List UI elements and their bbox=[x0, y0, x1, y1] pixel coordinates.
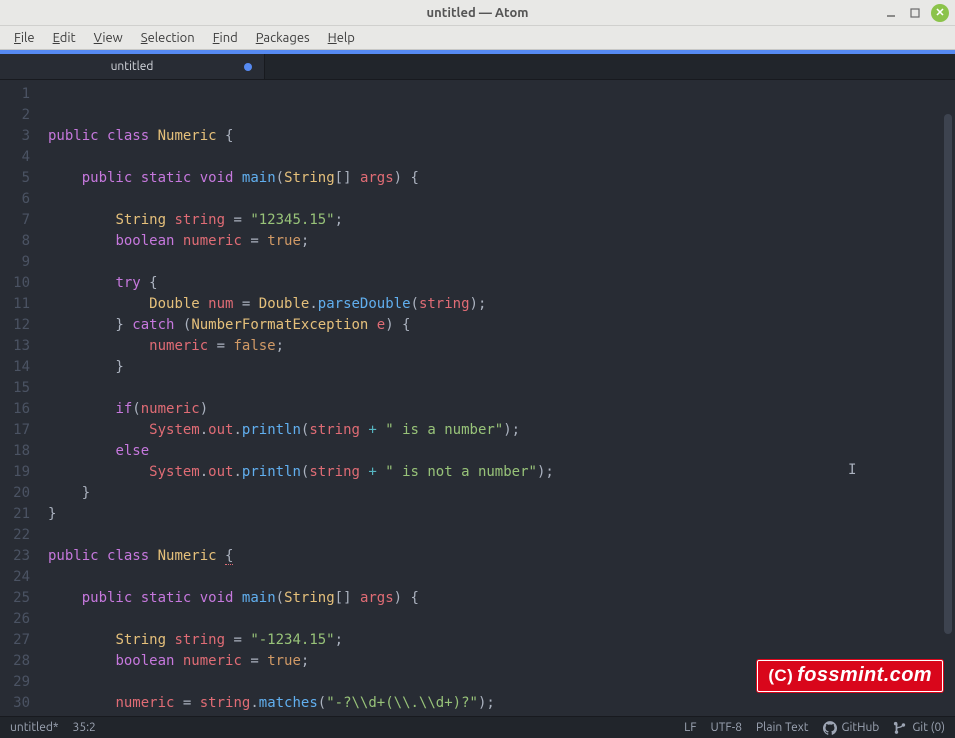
minimize-button[interactable] bbox=[883, 5, 899, 21]
line-number: 14 bbox=[0, 357, 30, 378]
status-git[interactable]: Git (0) bbox=[893, 721, 945, 735]
line-number-gutter: 1234567891011121314151617181920212223242… bbox=[0, 80, 40, 716]
code-line[interactable]: try { bbox=[48, 273, 955, 294]
menu-help[interactable]: Help bbox=[320, 29, 363, 47]
code-line[interactable]: if(numeric) bbox=[48, 399, 955, 420]
github-icon bbox=[823, 721, 837, 735]
code-line[interactable]: } bbox=[48, 504, 955, 525]
line-number: 18 bbox=[0, 441, 30, 462]
line-number: 17 bbox=[0, 420, 30, 441]
line-number: 27 bbox=[0, 630, 30, 651]
line-number: 23 bbox=[0, 546, 30, 567]
code-line[interactable] bbox=[48, 189, 955, 210]
line-number: 15 bbox=[0, 378, 30, 399]
window-controls bbox=[883, 4, 949, 22]
status-encoding[interactable]: UTF-8 bbox=[711, 721, 742, 734]
code-line[interactable]: numeric = false; bbox=[48, 336, 955, 357]
tab-untitled[interactable]: untitled bbox=[0, 54, 265, 79]
line-number: 26 bbox=[0, 609, 30, 630]
status-file[interactable]: untitled* bbox=[10, 721, 59, 734]
workspace: untitled 1234567891011121314151617181920… bbox=[0, 50, 955, 716]
code-line[interactable]: public static void main(String[] args) { bbox=[48, 168, 955, 189]
menubar: File Edit View Selection Find Packages H… bbox=[0, 26, 955, 50]
line-number: 24 bbox=[0, 567, 30, 588]
status-grammar[interactable]: Plain Text bbox=[756, 721, 809, 734]
code-line[interactable]: numeric = string.matches("-?\\d+(\\.\\d+… bbox=[48, 693, 955, 714]
status-github[interactable]: GitHub bbox=[823, 721, 880, 735]
line-number: 19 bbox=[0, 462, 30, 483]
code-line[interactable] bbox=[48, 252, 955, 273]
line-number: 6 bbox=[0, 189, 30, 210]
menu-packages[interactable]: Packages bbox=[248, 29, 318, 47]
code-line[interactable] bbox=[48, 378, 955, 399]
tab-modified-indicator-icon bbox=[244, 63, 252, 71]
code-line[interactable] bbox=[48, 567, 955, 588]
git-branch-icon bbox=[893, 721, 907, 735]
line-number: 25 bbox=[0, 588, 30, 609]
line-number: 8 bbox=[0, 231, 30, 252]
editor[interactable]: 1234567891011121314151617181920212223242… bbox=[0, 80, 955, 716]
code-line[interactable]: } bbox=[48, 483, 955, 504]
code-line[interactable] bbox=[48, 609, 955, 630]
code-line[interactable]: } bbox=[48, 357, 955, 378]
line-number: 30 bbox=[0, 693, 30, 714]
scrollbar-thumb[interactable] bbox=[944, 114, 952, 634]
line-number: 12 bbox=[0, 315, 30, 336]
tab-label: untitled bbox=[111, 60, 154, 73]
close-button[interactable] bbox=[931, 4, 949, 22]
line-number: 28 bbox=[0, 651, 30, 672]
line-number: 21 bbox=[0, 504, 30, 525]
window-titlebar: untitled — Atom bbox=[0, 0, 955, 26]
menu-view[interactable]: View bbox=[86, 29, 131, 47]
code-line[interactable]: Double num = Double.parseDouble(string); bbox=[48, 294, 955, 315]
line-number: 7 bbox=[0, 210, 30, 231]
line-number: 10 bbox=[0, 273, 30, 294]
code-line[interactable]: System.out.println(string + " is not a n… bbox=[48, 462, 955, 483]
code-line[interactable]: String string = "-1234.15"; bbox=[48, 630, 955, 651]
status-line-ending[interactable]: LF bbox=[684, 721, 696, 734]
code-area[interactable]: public class Numeric { public static voi… bbox=[40, 80, 955, 716]
line-number: 3 bbox=[0, 126, 30, 147]
vertical-scrollbar[interactable] bbox=[942, 110, 954, 716]
line-number: 1 bbox=[0, 84, 30, 105]
line-number: 4 bbox=[0, 147, 30, 168]
code-line[interactable]: public class Numeric { bbox=[48, 546, 955, 567]
tab-bar: untitled bbox=[0, 50, 955, 80]
code-line[interactable]: else bbox=[48, 441, 955, 462]
code-line[interactable]: String string = "12345.15"; bbox=[48, 210, 955, 231]
line-number: 11 bbox=[0, 294, 30, 315]
status-bar: untitled* 35:2 LF UTF-8 Plain Text GitHu… bbox=[0, 716, 955, 738]
maximize-button[interactable] bbox=[907, 5, 923, 21]
code-line[interactable]: } catch (NumberFormatException e) { bbox=[48, 315, 955, 336]
menu-file[interactable]: File bbox=[6, 29, 43, 47]
line-number: 16 bbox=[0, 399, 30, 420]
code-line[interactable]: System.out.println(string + " is a numbe… bbox=[48, 420, 955, 441]
line-number: 2 bbox=[0, 105, 30, 126]
code-line[interactable]: public class Numeric { bbox=[48, 126, 955, 147]
menu-edit[interactable]: Edit bbox=[45, 29, 84, 47]
line-number: 22 bbox=[0, 525, 30, 546]
line-number: 5 bbox=[0, 168, 30, 189]
menu-find[interactable]: Find bbox=[205, 29, 246, 47]
line-number: 13 bbox=[0, 336, 30, 357]
menu-selection[interactable]: Selection bbox=[133, 29, 203, 47]
line-number: 9 bbox=[0, 252, 30, 273]
watermark-badge: (C)fossmint.com bbox=[757, 660, 943, 692]
window-title: untitled — Atom bbox=[427, 6, 529, 20]
code-line[interactable] bbox=[48, 525, 955, 546]
code-line[interactable]: boolean numeric = true; bbox=[48, 231, 955, 252]
code-line[interactable]: public static void main(String[] args) { bbox=[48, 588, 955, 609]
status-cursor-position[interactable]: 35:2 bbox=[73, 721, 96, 734]
line-number: 20 bbox=[0, 483, 30, 504]
line-number: 29 bbox=[0, 672, 30, 693]
code-line[interactable] bbox=[48, 147, 955, 168]
